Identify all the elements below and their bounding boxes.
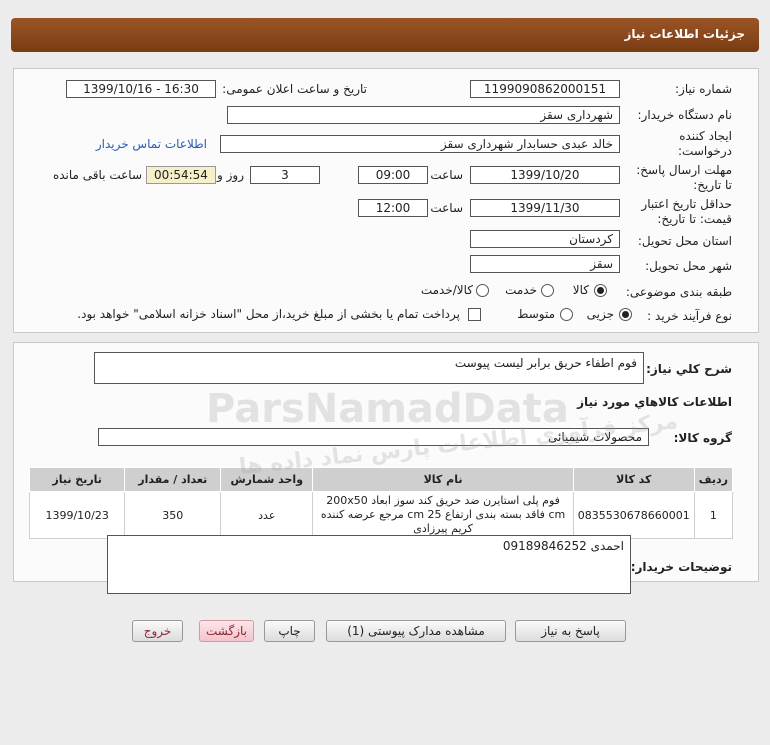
reply-deadline-label-2: تا تاریخ: <box>693 178 732 192</box>
view-docs-button[interactable]: مشاهده مدارک پیوستی (1) <box>326 620 506 642</box>
category-radio-goods-service[interactable] <box>476 284 489 297</box>
col-header-date: تاریخ نیاز <box>28 467 126 492</box>
summary-box: فوم اطفاء حریق برابر لیست پیوست <box>94 352 644 384</box>
days-label: روز و <box>217 168 244 182</box>
purchase-radio-medium[interactable] <box>560 308 573 321</box>
goods-group-field: محصولات شیمیائی <box>98 428 649 446</box>
cell-row: 1 <box>693 491 734 539</box>
category-radio-goods[interactable] <box>594 284 607 297</box>
goods-group-label: گروه کالا: <box>673 431 732 445</box>
reply-time-field: 09:00 <box>358 166 428 184</box>
category-radio-service[interactable] <box>541 284 554 297</box>
table-row: 1 0835530678660001 فوم پلی استایرن ضد حر… <box>28 491 734 539</box>
purchase-option-minor: جزیی <box>586 307 614 321</box>
validity-time-field: 12:00 <box>358 199 428 217</box>
city-field: سقز <box>470 255 620 273</box>
reply-date-field: 1399/10/20 <box>470 166 620 184</box>
category-option-goods-service: کالا/خدمت <box>420 283 473 297</box>
goods-info-title: اطلاعات کالاهاي مورد نياز <box>577 395 732 409</box>
exit-button[interactable]: خروج <box>132 620 183 642</box>
col-header-row: ردیف <box>693 467 734 492</box>
purchase-type-label: نوع فرآیند خرید : <box>647 309 732 323</box>
buyer-org-label: نام دستگاه خریدار: <box>637 108 733 122</box>
need-number-label: شماره نیاز: <box>675 82 732 96</box>
reply-time-label: ساعت <box>430 168 463 182</box>
category-option-service: خدمت <box>505 283 537 297</box>
goods-table: ردیف کد کالا نام کالا واحد شمارش تعداد /… <box>28 467 734 539</box>
treasury-checkbox[interactable] <box>468 308 481 321</box>
cell-unit: عدد <box>220 491 314 539</box>
creator-field: خالد عبدی حسابدار شهرداری سقز <box>220 135 620 153</box>
validity-date-field: 1399/11/30 <box>470 199 620 217</box>
payment-note: پرداخت تمام یا بخشی از مبلغ خرید،از محل … <box>77 307 460 321</box>
need-number-field: 1199090862000151 <box>470 80 620 98</box>
creator-label-2: درخواست: <box>678 144 732 158</box>
summary-label: شرح کلي نياز: <box>646 362 732 376</box>
purchase-radio-minor[interactable] <box>619 308 632 321</box>
announce-label: تاریخ و ساعت اعلان عمومی: <box>222 82 367 96</box>
remaining-label: ساعت باقی مانده <box>52 168 142 182</box>
reply-button[interactable]: پاسخ به نیاز <box>515 620 626 642</box>
col-header-unit: واحد شمارش <box>220 467 314 492</box>
cell-code: 0835530678660001 <box>572 491 695 539</box>
print-button[interactable]: چاپ <box>264 620 315 642</box>
buyer-contact-link[interactable]: اطلاعات تماس خریدار <box>96 137 207 151</box>
col-header-code: کد کالا <box>572 467 695 492</box>
buyer-notes-box: احمدی 09189846252 <box>107 535 631 594</box>
province-field: کردستان <box>470 230 620 248</box>
creator-label-1: ایجاد کننده <box>679 129 732 143</box>
reply-deadline-label-1: مهلت ارسال پاسخ: <box>636 163 732 177</box>
cell-name: فوم پلی استایرن ضد حریق کند سوز ابعاد 20… <box>312 491 574 539</box>
validity-time-label: ساعت <box>430 201 463 215</box>
province-label: استان محل تحویل: <box>637 234 732 248</box>
announce-field: 1399/10/16 - 16:30 <box>66 80 216 98</box>
col-header-qty: تعداد / مقدار <box>124 467 222 492</box>
page-title: جزئیات اطلاعات نیاز <box>11 18 759 52</box>
category-label: طبقه بندی موضوعی: <box>625 285 732 299</box>
days-field: 3 <box>250 166 320 184</box>
cell-qty: 350 <box>124 491 222 539</box>
city-label: شهر محل تحویل: <box>645 259 732 273</box>
validity-label-2: قیمت: تا تاریخ: <box>657 212 732 226</box>
buyer-org-field: شهرداری سقز <box>227 106 620 124</box>
col-header-name: نام کالا <box>312 467 574 492</box>
purchase-option-medium: متوسط <box>517 307 555 321</box>
cell-date: 1399/10/23 <box>28 491 126 539</box>
category-option-goods: کالا <box>572 283 589 297</box>
buyer-notes-label: توضیحات خریدار: <box>630 560 732 574</box>
validity-label-1: حداقل تاریخ اعتبار <box>641 197 732 211</box>
remaining-time-field: 00:54:54 <box>146 166 216 184</box>
back-button[interactable]: بازگشت <box>199 620 254 642</box>
